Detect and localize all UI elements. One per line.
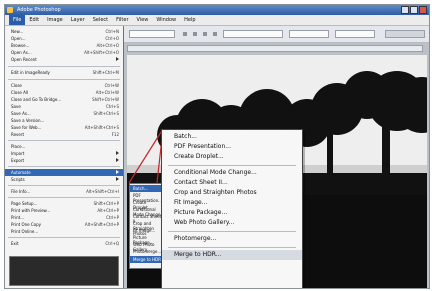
options-field[interactable]	[223, 30, 283, 38]
menu-item-new[interactable]: New... Ctrl+N	[5, 28, 123, 35]
photoshop-window: Adobe Photoshop File Edit Image Layer Se…	[4, 4, 430, 289]
menu-separator	[8, 197, 120, 198]
menu-separator	[168, 247, 296, 248]
menu-item-print[interactable]: Print... Ctrl+P	[5, 214, 123, 221]
menu-bar: File Edit Image Layer Select Filter View…	[5, 15, 429, 26]
option-icon[interactable]	[203, 32, 207, 36]
automate-menu-callout: Batch... PDF Presentation... Create Drop…	[161, 129, 303, 288]
automate-item-conditional-mode-change[interactable]: Conditional Mode Change...	[162, 168, 302, 178]
menu-item-print-with-preview[interactable]: Print with Preview... Alt+Ctrl+P	[5, 207, 123, 214]
option-icon[interactable]	[193, 32, 197, 36]
file-menu: New... Ctrl+N Open... Ctrl+O Browse... A…	[5, 26, 124, 288]
menu-item-revert[interactable]: Revert F12	[5, 131, 123, 138]
automate-item-create-droplet[interactable]: Create Droplet...	[162, 152, 302, 162]
automate-item-merge-to-hdr[interactable]: Merge to HDR...	[162, 250, 302, 260]
palette-well[interactable]	[385, 30, 425, 38]
window-controls	[401, 6, 427, 14]
automate-item-pdf-presentation[interactable]: PDF Presentation...	[162, 142, 302, 152]
menu-item-save-a-version[interactable]: Save a Version...	[5, 117, 123, 124]
automate-item-picture-package[interactable]: Picture Package...	[162, 208, 302, 218]
menu-item-print-online[interactable]: Print Online...	[5, 228, 123, 235]
menu-item-open-recent[interactable]: Open Recent	[5, 56, 123, 63]
options-field[interactable]	[289, 30, 329, 38]
options-field[interactable]	[335, 30, 375, 38]
document-tab[interactable]	[127, 45, 423, 52]
menu-item-exit[interactable]: Exit Ctrl+Q	[5, 240, 123, 247]
app-icon	[7, 7, 13, 13]
menu-item-close[interactable]: Close Ctrl+W	[5, 82, 123, 89]
menu-filter[interactable]: Filter	[112, 15, 132, 25]
window-title: Adobe Photoshop	[17, 7, 61, 13]
menu-item-open[interactable]: Open... Ctrl+O	[5, 35, 123, 42]
submenu-arrow-icon	[116, 177, 119, 181]
automate-item-web-photo-gallery[interactable]: Web Photo Gallery...	[162, 218, 302, 228]
menu-layer[interactable]: Layer	[67, 15, 89, 25]
menu-item-open-as[interactable]: Open As... Alt+Shift+Ctrl+O	[5, 49, 123, 56]
menu-item-edit-in-imageready[interactable]: Edit in ImageReady Shift+Ctrl+M	[5, 69, 123, 76]
submenu-arrow-icon	[116, 151, 119, 155]
automate-item-fit-image[interactable]: Fit Image...	[162, 198, 302, 208]
menu-item-print-one-copy[interactable]: Print One Copy Alt+Shift+Ctrl+P	[5, 221, 123, 228]
menu-separator	[8, 185, 120, 186]
menu-select[interactable]: Select	[89, 15, 112, 25]
menu-item-page-setup[interactable]: Page Setup... Shift+Ctrl+P	[5, 200, 123, 207]
menu-help[interactable]: Help	[180, 15, 199, 25]
menu-item-file-info[interactable]: File Info... Alt+Shift+Ctrl+I	[5, 188, 123, 195]
menu-separator	[8, 166, 120, 167]
menu-window[interactable]: Window	[152, 15, 180, 25]
menu-separator	[8, 79, 120, 80]
menu-item-save-for-web[interactable]: Save for Web... Alt+Shift+Ctrl+S	[5, 124, 123, 131]
menu-item-place[interactable]: Place...	[5, 143, 123, 150]
menu-item-close-all[interactable]: Close All Alt+Ctrl+W	[5, 89, 123, 96]
options-preset-box[interactable]	[129, 30, 175, 38]
automate-item-batch[interactable]: Batch...	[162, 132, 302, 142]
menu-item-save[interactable]: Save Ctrl+S	[5, 103, 123, 110]
maximize-button[interactable]	[410, 6, 418, 14]
menu-image[interactable]: Image	[43, 15, 67, 25]
navigator-thumbnail	[9, 256, 119, 286]
menu-item-browse[interactable]: Browse... Alt+Ctrl+O	[5, 42, 123, 49]
menu-separator	[168, 165, 296, 166]
automate-item-photomerge[interactable]: Photomerge...	[162, 234, 302, 244]
menu-separator	[8, 140, 120, 141]
close-button[interactable]	[419, 6, 427, 14]
menu-separator	[8, 66, 120, 67]
options-bar	[123, 26, 429, 43]
option-icon[interactable]	[183, 32, 187, 36]
submenu-arrow-icon	[116, 170, 119, 174]
menu-edit[interactable]: Edit	[25, 15, 43, 25]
submenu-arrow-icon	[116, 57, 119, 61]
automate-item-crop-and-straighten[interactable]: Crop and Straighten Photos	[162, 188, 302, 198]
menu-item-import[interactable]: Import	[5, 150, 123, 157]
menu-item-scripts[interactable]: Scripts	[5, 176, 123, 183]
menu-item-automate[interactable]: Automate	[5, 169, 123, 176]
submenu-arrow-icon	[116, 158, 119, 162]
minimize-button[interactable]	[401, 6, 409, 14]
automate-item-contact-sheet[interactable]: Contact Sheet II...	[162, 178, 302, 188]
menu-item-export[interactable]: Export	[5, 157, 123, 164]
menu-view[interactable]: View	[133, 15, 153, 25]
menu-separator	[168, 231, 296, 232]
option-icon[interactable]	[213, 32, 217, 36]
menu-item-save-as[interactable]: Save As... Shift+Ctrl+S	[5, 110, 123, 117]
menu-item-close-and-go-to-bridge[interactable]: Close and Go To Bridge... Shift+Ctrl+W	[5, 96, 123, 103]
menu-file[interactable]: File	[9, 15, 26, 25]
menu-separator	[8, 237, 120, 238]
title-bar: Adobe Photoshop	[5, 5, 429, 15]
